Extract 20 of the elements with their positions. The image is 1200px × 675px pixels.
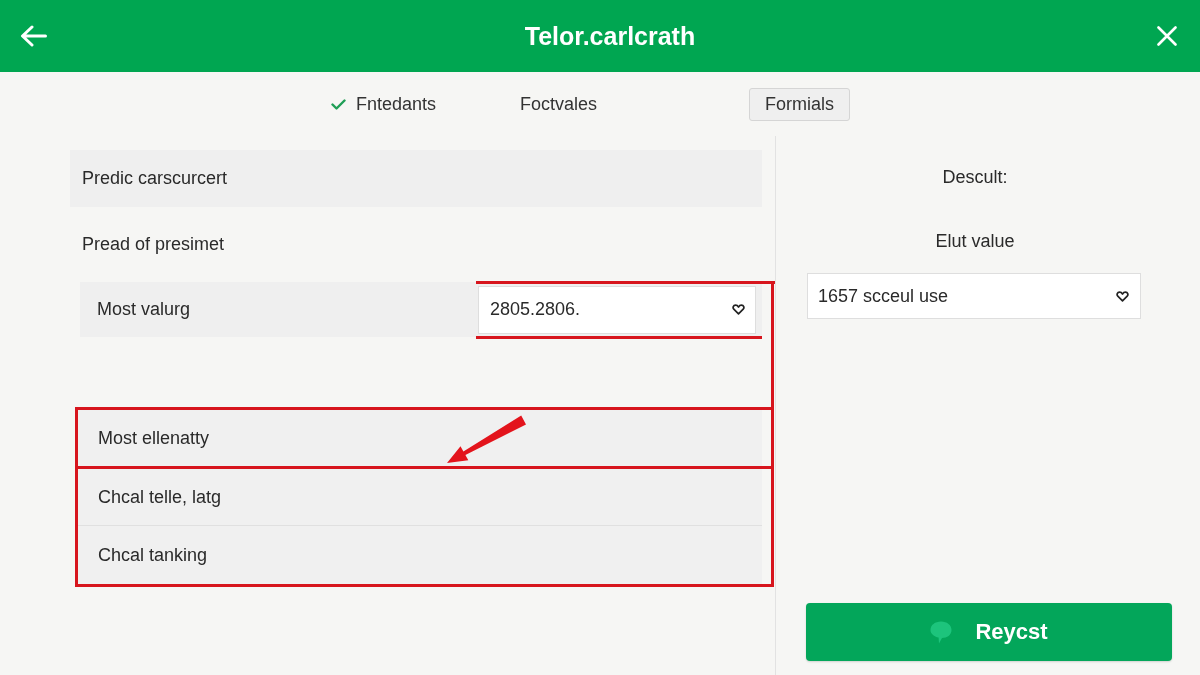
tab[interactable]: Fntedants (315, 87, 453, 121)
arrow-icon (445, 415, 527, 465)
heart-icon (732, 304, 745, 315)
tab[interactable]: Formials (749, 87, 851, 121)
back-arrow-icon[interactable] (20, 25, 47, 47)
list-item[interactable]: Chcal tanking (78, 525, 762, 584)
section-label: Pread of presimet (82, 234, 225, 255)
list-item[interactable]: Chcal telle, latg (78, 469, 762, 525)
close-icon[interactable] (1157, 26, 1177, 46)
section-header: Predic carscurcert (70, 150, 762, 207)
list-item[interactable]: Most ellenatty (78, 410, 762, 466)
panel-title: Descult: (942, 167, 1008, 187)
field-label: Most valurg (97, 299, 191, 320)
dropdown-field[interactable]: 2805.2806. (478, 285, 756, 334)
dropdown-field[interactable]: 1657 scceul use (807, 273, 1141, 319)
field-label: Elut value (935, 231, 1015, 251)
heart-icon (1116, 290, 1129, 302)
speech-bubble-icon (930, 620, 953, 644)
tab[interactable]: Foctvales (504, 87, 614, 121)
window-title: Telor.carlcrath (524, 21, 696, 50)
